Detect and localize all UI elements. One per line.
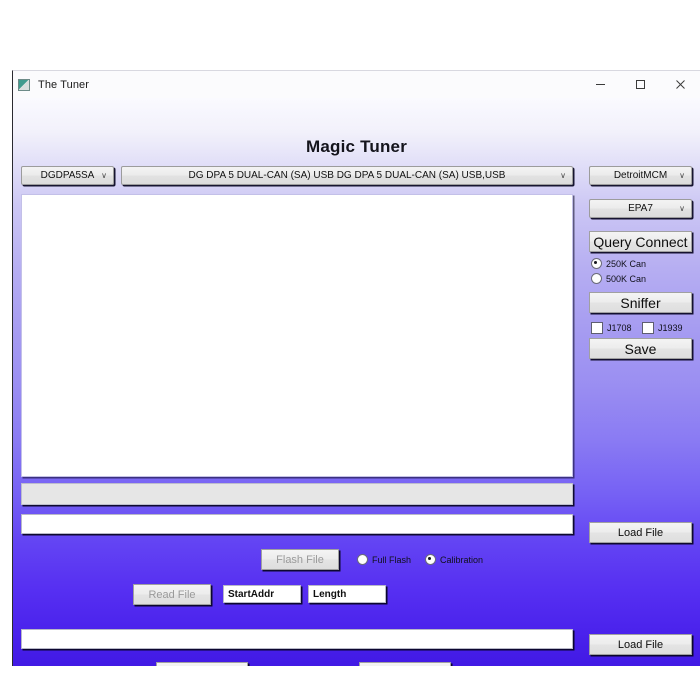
protocol-checkbox-j1939[interactable]: J1939 [642,322,683,334]
load-file-restore-button[interactable]: Load File [589,634,692,655]
chevron-down-icon: ∨ [679,204,685,213]
client-area: Magic Tuner DGDPA5SA ∨ DG DPA 5 DUAL-CAN… [12,98,700,666]
close-button[interactable] [660,71,700,98]
save-button[interactable]: Save [589,338,692,359]
page-title: Magic Tuner [13,137,700,157]
adapter-select-value: DGDPA5SA [41,170,95,181]
protocol-checkbox-j1708-label: J1708 [607,323,632,333]
save-label: Save [625,341,657,357]
maximize-button[interactable] [620,71,660,98]
chevron-down-icon: ∨ [679,171,685,180]
chevron-down-icon: ∨ [101,171,107,180]
sniffer-label: Sniffer [620,295,660,311]
ecu-select[interactable]: DetroitMCM ∨ [589,166,692,185]
protocol-checkbox-j1939-label: J1939 [658,323,683,333]
window-controls [580,71,700,98]
sniffer-button[interactable]: Sniffer [589,292,692,313]
radio-dot-icon [591,258,602,269]
write-restore-button[interactable]: Write Restore [359,662,451,666]
flash-path-input[interactable] [21,514,573,534]
read-file-label: Read File [148,589,195,601]
start-addr-input[interactable]: StartAddr [223,585,301,603]
chevron-down-icon: ∨ [560,171,566,180]
radio-dot-icon [591,273,602,284]
minimize-button[interactable] [580,71,620,98]
baud-radio-500k[interactable]: 500K Can [591,273,646,284]
minimize-icon [595,79,606,90]
checkbox-box-icon [591,322,603,334]
radio-dot-icon [357,554,368,565]
mode-radio-calibration-label: Calibration [440,555,483,565]
mode-radio-full-flash-label: Full Flash [372,555,411,565]
query-connect-button[interactable]: Query Connect [589,231,692,252]
load-file-restore-label: Load File [618,639,663,651]
protocol-checkbox-j1708[interactable]: J1708 [591,322,632,334]
progress-bar [21,483,573,505]
mode-radio-calibration[interactable]: Calibration [425,554,483,565]
length-input[interactable]: Length [308,585,386,603]
application-window: The Tuner Magic Tuner [12,70,700,666]
mode-radio-full-flash[interactable]: Full Flash [357,554,411,565]
checkbox-box-icon [642,322,654,334]
log-listbox[interactable] [21,194,573,477]
load-file-flash-button[interactable]: Load File [589,522,692,543]
flash-file-button[interactable]: Flash File [261,549,339,570]
read-file-button[interactable]: Read File [133,584,211,605]
emissions-select-value: EPA7 [628,203,653,214]
connection-select[interactable]: DG DPA 5 DUAL-CAN (SA) USB DG DPA 5 DUAL… [121,166,573,185]
close-icon [675,79,686,90]
radio-dot-icon [425,554,436,565]
baud-radio-500k-label: 500K Can [606,274,646,284]
restore-path-input[interactable] [21,629,573,649]
baud-radio-250k-label: 250K Can [606,259,646,269]
baud-radio-250k[interactable]: 250K Can [591,258,646,269]
ecu-select-value: DetroitMCM [614,170,667,181]
read-restore-button[interactable]: Read Restore [156,662,248,666]
app-icon [18,79,30,91]
adapter-select[interactable]: DGDPA5SA ∨ [21,166,114,185]
maximize-icon [635,79,646,90]
emissions-select[interactable]: EPA7 ∨ [589,199,692,218]
query-connect-label: Query Connect [593,234,687,250]
window-title: The Tuner [38,79,89,91]
flash-file-label: Flash File [276,554,324,566]
connection-select-value: DG DPA 5 DUAL-CAN (SA) USB DG DPA 5 DUAL… [189,170,506,181]
load-file-flash-label: Load File [618,527,663,539]
title-bar: The Tuner [12,70,700,98]
